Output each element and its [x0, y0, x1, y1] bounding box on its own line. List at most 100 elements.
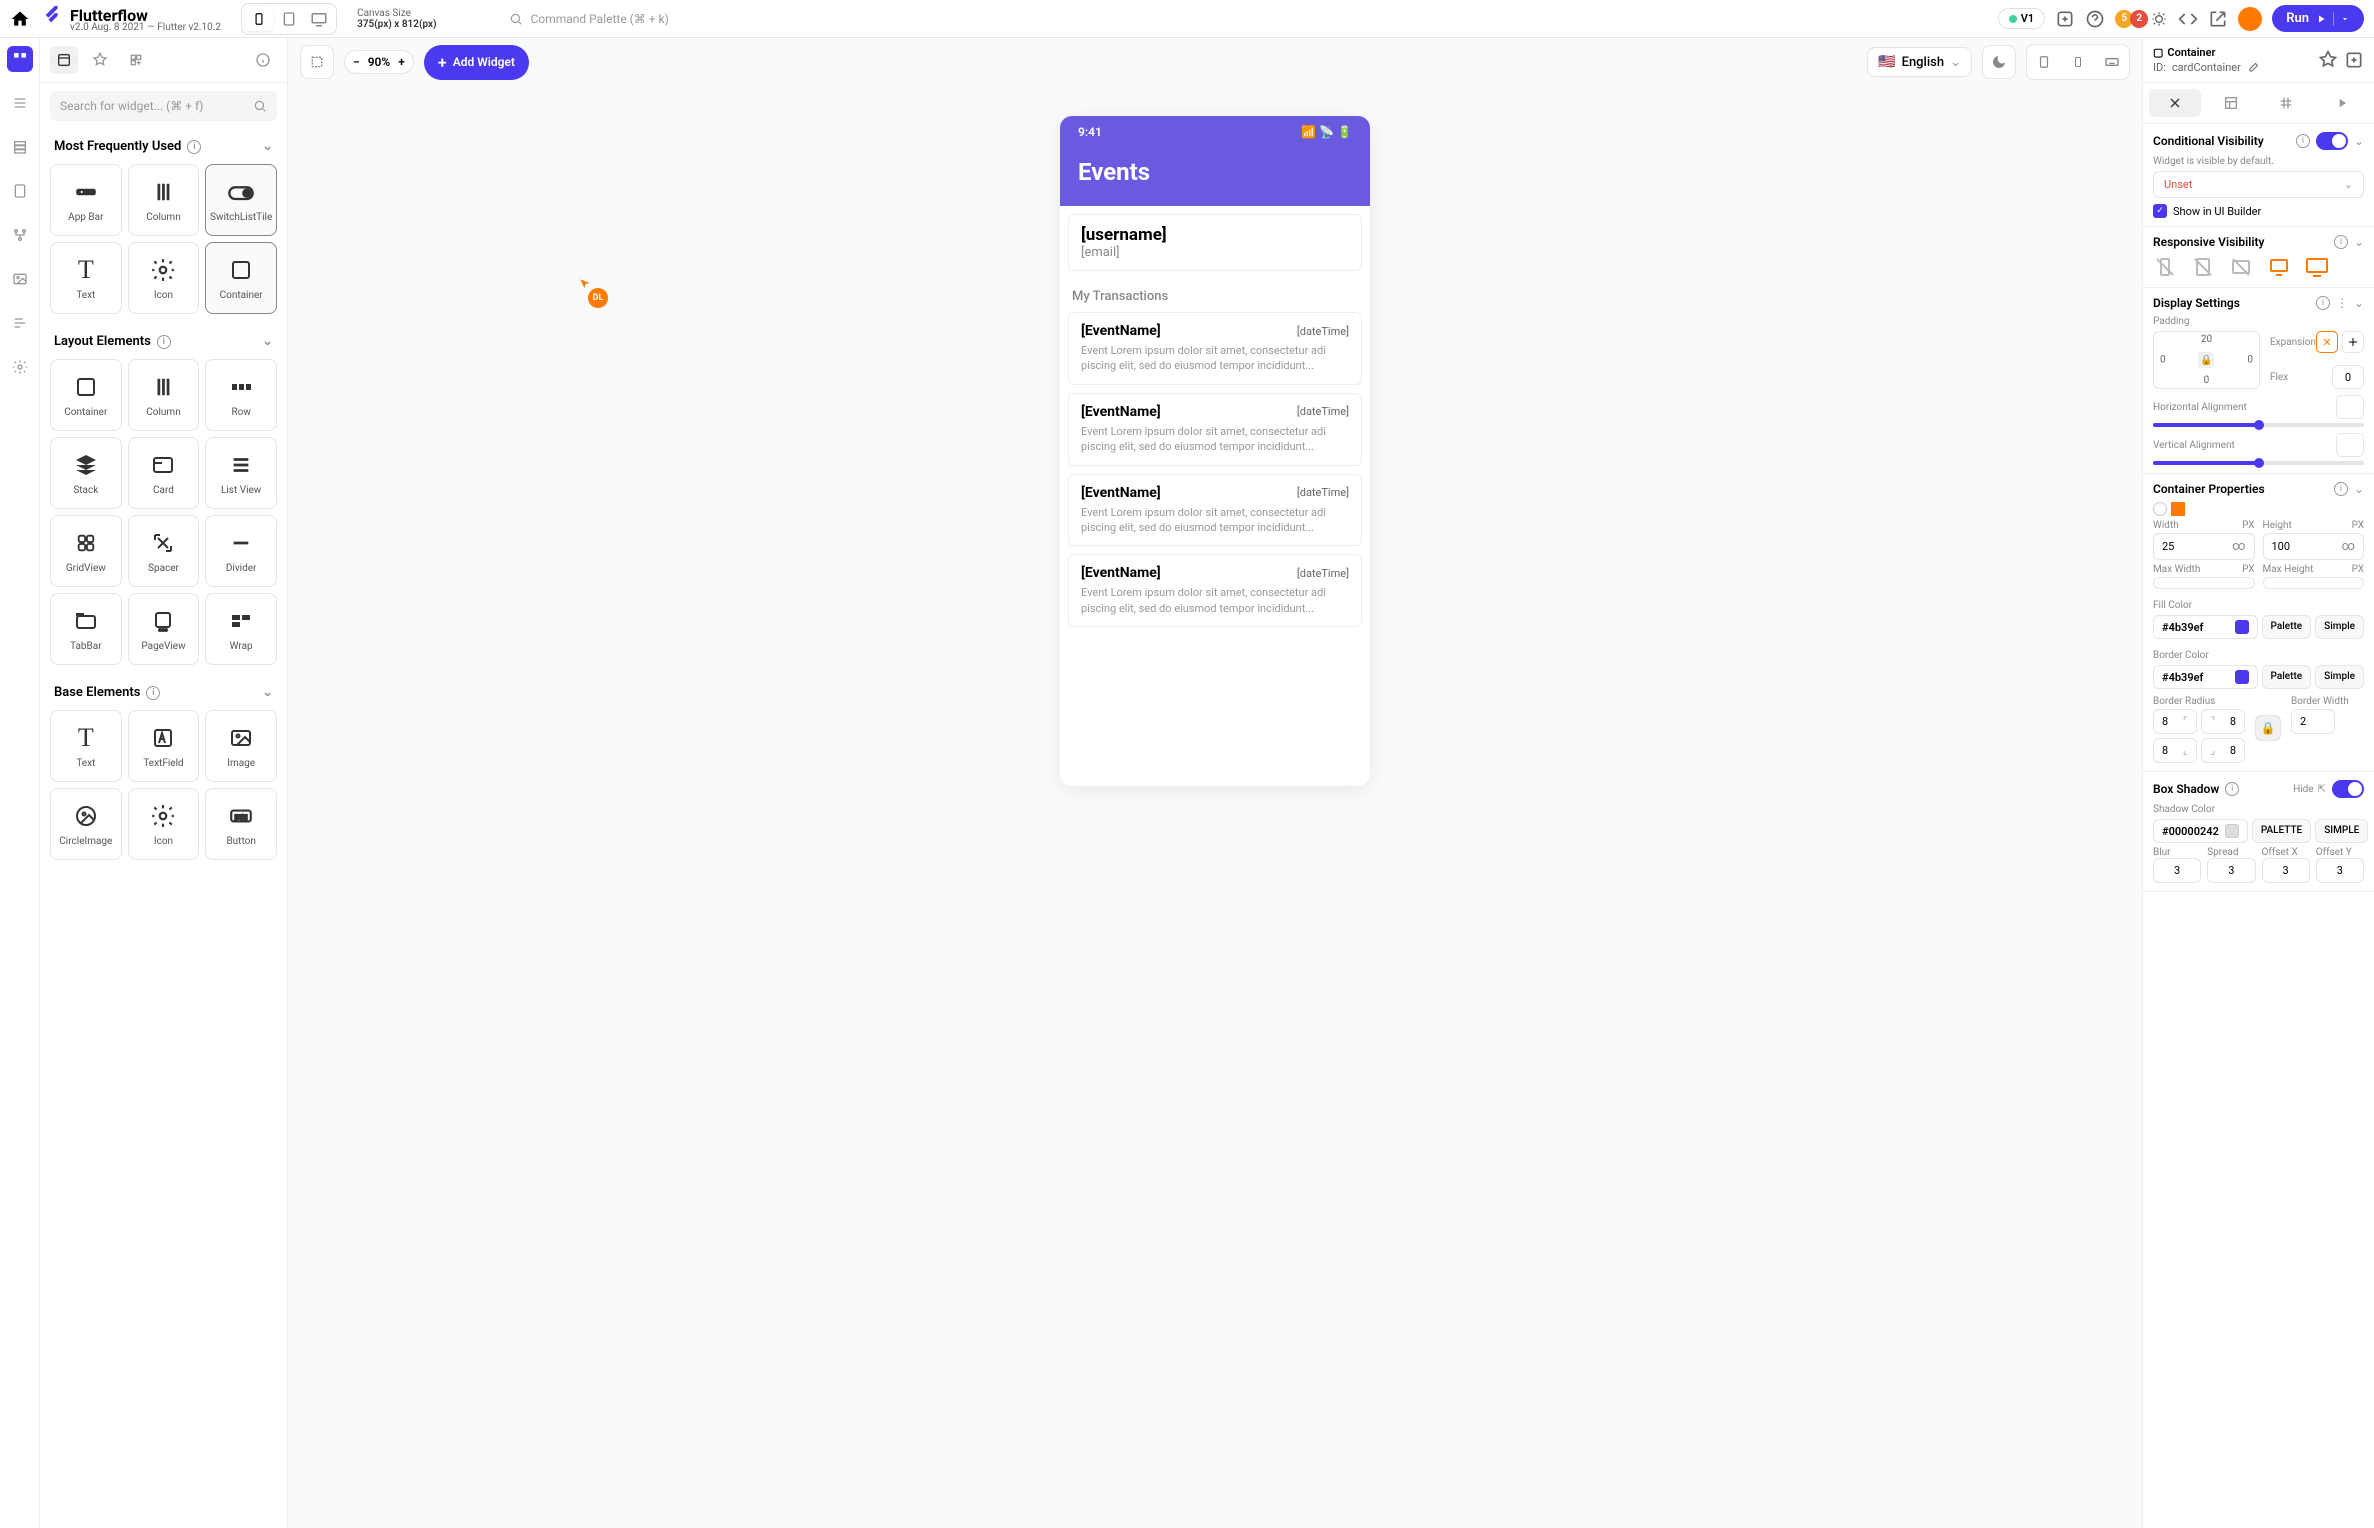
widget-container[interactable]: Container [205, 242, 277, 314]
preview-phone-icon[interactable] [2061, 45, 2095, 79]
section-base[interactable]: Base Elements i ⌄ [40, 675, 287, 710]
resp-tablet-land-off[interactable] [2229, 255, 2253, 279]
widget-circleimage[interactable]: CircleImage [50, 788, 122, 860]
zoom-out-icon[interactable]: − [353, 55, 360, 69]
chevron-down-icon[interactable]: ⌄ [2354, 235, 2364, 249]
maxwidth-input[interactable] [2153, 577, 2255, 589]
zoom-in-icon[interactable]: + [398, 55, 405, 69]
fill-color-input[interactable]: #4b39ef [2153, 615, 2258, 639]
code-icon[interactable] [2178, 9, 2198, 29]
event-card[interactable]: [EventName][dateTime]Event Lorem ipsum d… [1068, 474, 1362, 547]
prop-tab-animate[interactable] [2316, 89, 2368, 117]
widget-text2[interactable]: TText [50, 710, 122, 782]
prop-tab-style[interactable] [2149, 89, 2201, 117]
rail-widgets-icon[interactable] [7, 46, 33, 72]
widget-stack[interactable]: Stack [50, 437, 122, 509]
resp-desktop-lg[interactable] [2305, 255, 2329, 279]
panel-tab-components[interactable] [122, 46, 150, 74]
panel-tab-theme[interactable] [86, 46, 114, 74]
prop-tab-actions[interactable] [2261, 89, 2313, 117]
chevron-down-icon[interactable]: ⌄ [2354, 482, 2364, 496]
radius-br-input[interactable]: ⌟8 [2201, 738, 2245, 763]
widget-button[interactable]: BTNButton [205, 788, 277, 860]
widget-tabbar[interactable]: TabBar [50, 593, 122, 665]
maxheight-input[interactable] [2263, 577, 2365, 589]
halign-input[interactable] [2336, 395, 2364, 419]
show-builder-checkbox[interactable]: ✓Show in UI Builder [2153, 204, 2364, 218]
rail-tree-icon[interactable] [7, 90, 33, 116]
widget-icon2[interactable]: Icon [128, 788, 200, 860]
radius-tr-input[interactable]: ⌝8 [2201, 709, 2245, 734]
widget-spacer[interactable]: Spacer [128, 515, 200, 587]
rail-storage-icon[interactable] [7, 134, 33, 160]
widget-id[interactable]: ID: cardContainer [2153, 61, 2259, 74]
widget-textfield[interactable]: TextField [128, 710, 200, 782]
add-prop-icon[interactable] [2344, 50, 2364, 70]
resp-tablet-off[interactable] [2191, 255, 2215, 279]
external-link-icon[interactable] [2208, 9, 2228, 29]
widget-listview[interactable]: List View [205, 437, 277, 509]
simple-button[interactable]: SIMPLE [2315, 819, 2368, 843]
rail-page-icon[interactable] [7, 178, 33, 204]
preview-tablet-icon[interactable] [2027, 45, 2061, 79]
select-tool-icon[interactable] [300, 45, 334, 79]
cv-condition-select[interactable]: Unset⌄ [2153, 171, 2364, 198]
expansion-expand[interactable] [2342, 331, 2364, 353]
widget-switchlisttile[interactable]: SwitchListTile [205, 164, 277, 236]
widget-icon[interactable]: Icon [128, 242, 200, 314]
palette-button[interactable]: PALETTE [2252, 819, 2311, 843]
flex-input[interactable]: 0 [2332, 365, 2364, 389]
prop-tab-layout[interactable] [2205, 89, 2257, 117]
version-badge[interactable]: V1 [1998, 8, 2045, 29]
theme-icon[interactable] [2318, 50, 2338, 70]
preview-keyboard-icon[interactable] [2095, 45, 2129, 79]
chevron-down-icon[interactable]: ⌄ [2354, 296, 2364, 310]
more-icon[interactable]: ⋮ [2336, 296, 2348, 310]
section-layout[interactable]: Layout Elements i ⌄ [40, 324, 287, 359]
rail-custom-icon[interactable] [7, 310, 33, 336]
widget-column2[interactable]: Column [128, 359, 200, 431]
widget-container2[interactable]: Container [50, 359, 122, 431]
widget-column[interactable]: Column [128, 164, 200, 236]
event-card[interactable]: [EventName][dateTime]Event Lorem ipsum d… [1068, 554, 1362, 627]
user-card[interactable]: [username] [email] [1068, 214, 1362, 271]
expansion-none[interactable] [2316, 331, 2338, 353]
palette-button[interactable]: Palette [2262, 615, 2312, 639]
palette-button[interactable]: Palette [2262, 665, 2312, 689]
event-card[interactable]: [EventName][dateTime]Event Lorem ipsum d… [1068, 393, 1362, 466]
device-desktop[interactable] [305, 7, 333, 31]
cv-toggle[interactable] [2316, 132, 2348, 150]
widget-gridview[interactable]: GridView [50, 515, 122, 587]
home-icon[interactable] [10, 9, 30, 29]
resp-phone-off[interactable] [2153, 255, 2177, 279]
radius-tl-input[interactable]: 8⌜ [2153, 709, 2197, 734]
add-icon[interactable] [2055, 9, 2075, 29]
widget-text[interactable]: TText [50, 242, 122, 314]
widget-pageview[interactable]: PageView [128, 593, 200, 665]
width-input[interactable]: 25∞ [2153, 533, 2255, 560]
border-width-input[interactable]: 2 [2291, 709, 2335, 734]
resp-desktop-sm[interactable] [2267, 255, 2291, 279]
shape-selector[interactable] [2153, 502, 2364, 516]
shape-circle[interactable] [2153, 502, 2167, 516]
error-badges[interactable]: 5 2 [2115, 10, 2168, 28]
rail-api-icon[interactable] [7, 222, 33, 248]
rail-media-icon[interactable] [7, 266, 33, 292]
panel-tab-widgets[interactable] [50, 46, 78, 74]
widget-card[interactable]: Card [128, 437, 200, 509]
widget-search-input[interactable]: Search for widget... (⌘ + f) [50, 91, 277, 121]
blur-input[interactable]: 3 [2153, 858, 2201, 883]
radius-lock-icon[interactable]: 🔒 [2255, 715, 2281, 741]
padding-editor[interactable]: 20 0 0 0 🔒 [2153, 331, 2260, 389]
device-tablet[interactable] [275, 7, 303, 31]
chevron-down-icon[interactable]: ⌄ [2354, 134, 2364, 148]
section-mfu[interactable]: Most Frequently Used i ⌄ [40, 129, 287, 164]
simple-button[interactable]: Simple [2315, 665, 2364, 689]
border-color-input[interactable]: #4b39ef [2153, 665, 2258, 689]
ox-input[interactable]: 3 [2262, 858, 2310, 883]
help-icon[interactable] [2085, 9, 2105, 29]
widget-divider[interactable]: Divider [205, 515, 277, 587]
widget-row[interactable]: Row [205, 359, 277, 431]
simple-button[interactable]: Simple [2315, 615, 2364, 639]
run-button[interactable]: Run [2272, 5, 2364, 32]
